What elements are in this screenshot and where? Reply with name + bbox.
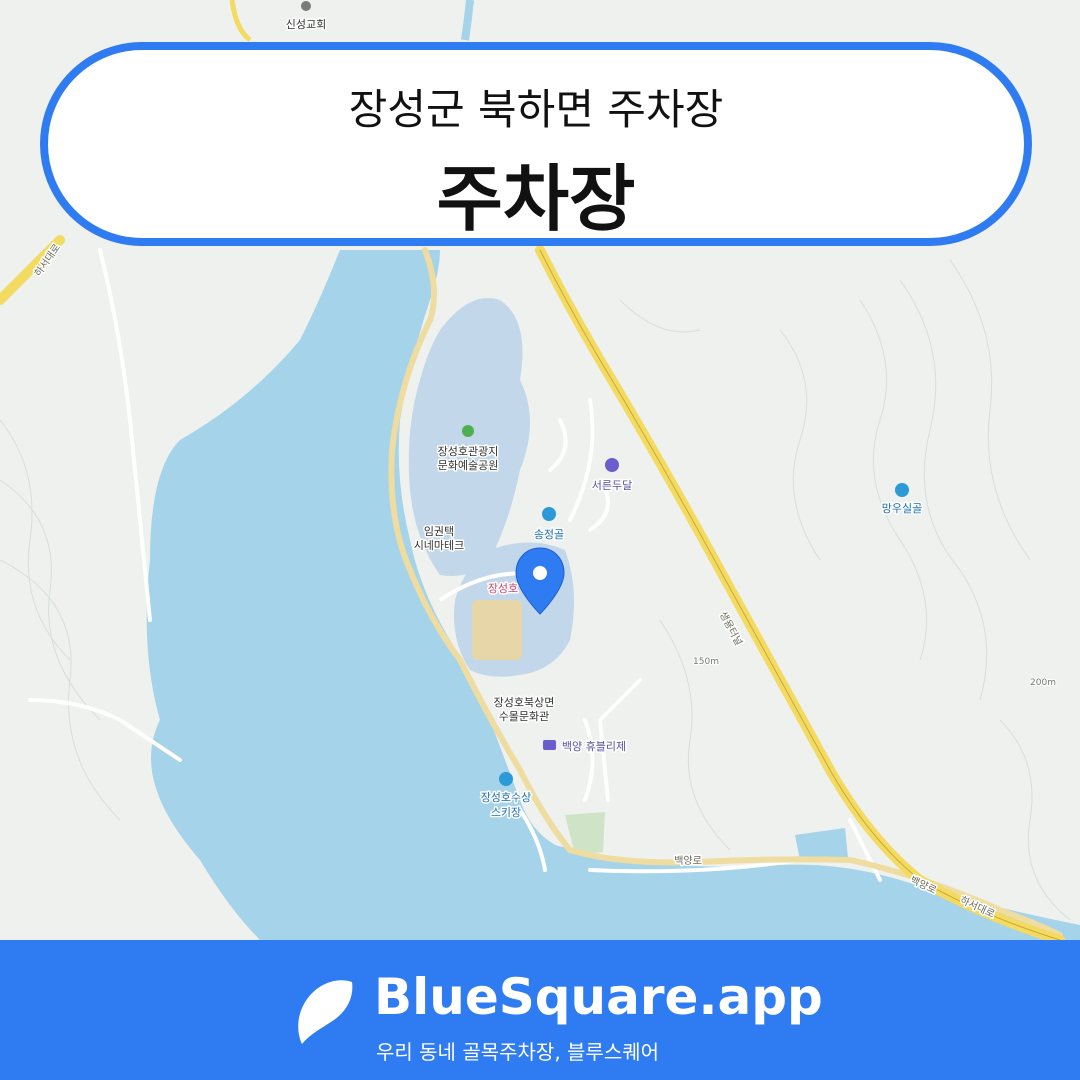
waterski-icon xyxy=(499,772,513,786)
page-subtitle: 장성군 북하면 주차장 xyxy=(348,85,724,134)
songjeong-label: 송정골 xyxy=(534,528,564,541)
place-culture-hall[interactable]: 장성호북상면 수몰문화관 xyxy=(492,695,556,725)
elevation-150: 150m xyxy=(693,657,719,667)
sports-field xyxy=(472,600,522,660)
brand-name[interactable]: BlueSquare.app xyxy=(374,968,823,1026)
park-icon xyxy=(462,425,474,437)
camping-icon xyxy=(542,507,556,521)
title-banner: 장성군 북하면 주차장 주차장 xyxy=(40,42,1032,246)
mangusil-label: 망우실골 xyxy=(882,502,922,515)
ski-label-line2: 스키장 xyxy=(491,806,521,819)
jangseongho-label: 장성호 xyxy=(488,582,518,595)
park-label-line2: 문화예술공원 xyxy=(438,459,499,472)
camping-icon-mangusil xyxy=(895,483,909,497)
brand-tagline: 우리 동네 골목주차장, 블루스퀘어 xyxy=(376,1040,660,1064)
seoreun-label: 서른두달 xyxy=(592,479,632,492)
culture-label-line2: 수몰문화관 xyxy=(499,710,550,723)
park-label-line1: 장성호관광지 xyxy=(438,445,499,458)
church-icon xyxy=(301,1,311,11)
baekyang-label: 백양 휴블리제 xyxy=(562,740,626,753)
lodging-icon xyxy=(605,458,619,472)
river-top xyxy=(461,0,474,41)
cinema-label-line1: 임권택 xyxy=(424,525,454,538)
ski-label-line1: 장성호수상 xyxy=(481,791,532,804)
church-label: 신성교회 xyxy=(286,18,326,31)
bluesquare-logo-icon xyxy=(298,980,353,1044)
page-title: 주차장 xyxy=(436,157,636,241)
cinema-label-line2: 시네마테크 xyxy=(414,539,465,552)
hotel-icon xyxy=(543,740,556,750)
culture-label-line1: 장성호북상면 xyxy=(494,696,555,709)
elevation-200: 200m xyxy=(1030,678,1056,688)
road-label-baekyang: 백양로 xyxy=(674,855,702,867)
